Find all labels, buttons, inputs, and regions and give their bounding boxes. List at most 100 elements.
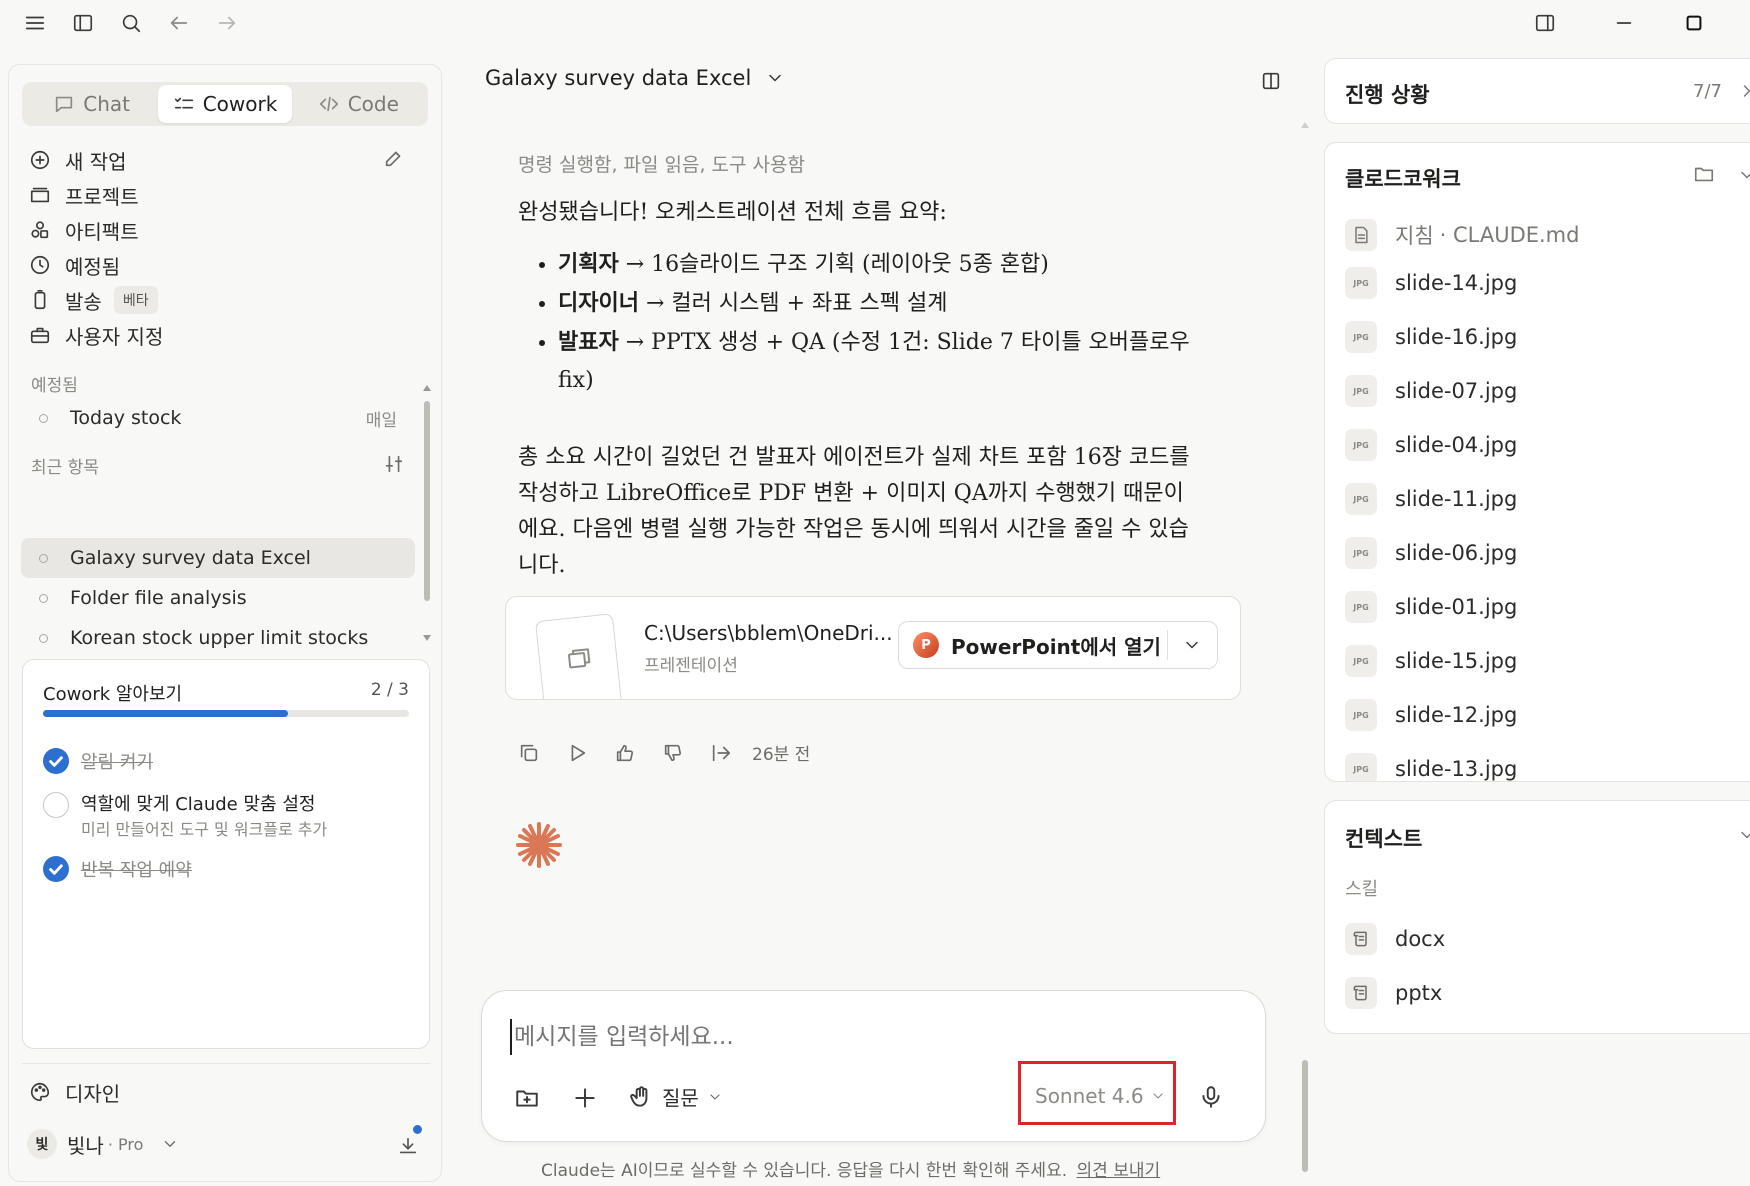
status-dot: [39, 553, 48, 563]
split-view-icon[interactable]: [1260, 70, 1282, 92]
step-checkbox[interactable]: [43, 792, 69, 818]
panel-title: 클로드코워크: [1345, 167, 1461, 191]
filter-icon[interactable]: [383, 453, 405, 475]
skill-item[interactable]: pptx: [1345, 971, 1442, 1015]
checklist-icon: [174, 97, 193, 109]
file-type: 프레젠테이션: [644, 656, 738, 676]
main-scrollbar[interactable]: [1302, 1060, 1308, 1172]
chevron-right-icon[interactable]: [1737, 81, 1750, 101]
message-composer: 질문 Sonnet 4.6: [481, 990, 1266, 1142]
menu-icon[interactable]: [20, 8, 50, 38]
maximize-icon[interactable]: [1679, 8, 1709, 38]
user-menu[interactable]: 빛 빛나 · Pro: [27, 1129, 179, 1159]
file-item[interactable]: JPG slide-14.jpg: [1345, 261, 1517, 305]
file-item[interactable]: JPG slide-06.jpg: [1345, 531, 1517, 575]
mode-switcher: Chat Cowork Code: [22, 82, 428, 126]
scheduled-section-label: 예정됨: [31, 376, 78, 396]
message-input[interactable]: [510, 1019, 1210, 1055]
recent-item[interactable]: Galaxy survey data Excel: [21, 538, 415, 578]
tab-cowork[interactable]: Cowork: [158, 85, 292, 123]
sidebar-toggle-icon[interactable]: [68, 8, 98, 38]
sidebar-scrollbar[interactable]: [423, 385, 431, 641]
file-item[interactable]: JPG slide-13.jpg: [1345, 747, 1517, 781]
context-panel: 컨텍스트 스킬 docx pptx: [1324, 800, 1750, 1034]
onboarding-title: Cowork 알아보기: [43, 684, 183, 705]
scheduled-item[interactable]: Today stock 매일: [21, 398, 415, 438]
checkmark-icon: [49, 756, 63, 767]
sidebar-item-dispatch[interactable]: 발송 베타: [29, 283, 158, 317]
chat-title-dropdown[interactable]: Galaxy survey data Excel: [485, 66, 785, 90]
forward-arrow-icon[interactable]: [212, 8, 242, 38]
skill-item[interactable]: docx: [1345, 917, 1445, 961]
plan-label: · Pro: [107, 1134, 144, 1154]
chevron-down-icon[interactable]: [1737, 825, 1750, 845]
thumbs-up-icon[interactable]: [614, 742, 636, 764]
compose-icon[interactable]: [383, 147, 405, 169]
panel-toggle-icon[interactable]: [1530, 8, 1560, 38]
avatar: 빛: [27, 1129, 57, 1159]
recent-item[interactable]: Korean stock upper limit stocks: [21, 618, 415, 658]
divider: [22, 1063, 430, 1064]
jpg-file-icon: JPG: [1345, 591, 1377, 623]
plus-icon[interactable]: [572, 1085, 598, 1111]
minimize-icon[interactable]: [1609, 8, 1639, 38]
search-icon[interactable]: [116, 8, 146, 38]
mode-dropdown[interactable]: 질문: [628, 1082, 723, 1111]
feedback-link[interactable]: 의견 보내기: [1077, 1161, 1161, 1181]
checkmark-icon: [49, 864, 63, 875]
back-arrow-icon[interactable]: [164, 8, 194, 38]
shapes-icon: [31, 221, 49, 239]
add-folder-icon[interactable]: [514, 1085, 540, 1111]
jpg-file-icon: JPG: [1345, 699, 1377, 731]
panel-title: 진행 상황: [1345, 83, 1430, 107]
step-checkbox[interactable]: [43, 748, 69, 774]
folder-icon[interactable]: [1693, 163, 1715, 185]
file-item[interactable]: JPG slide-16.jpg: [1345, 315, 1517, 359]
sidebar-item-artifacts[interactable]: 아티팩트: [29, 213, 139, 247]
sidebar-item-customize[interactable]: 사용자 지정: [29, 318, 163, 352]
file-thumbnail: [534, 613, 624, 699]
copy-icon[interactable]: [518, 742, 540, 764]
download-icon[interactable]: [397, 1123, 424, 1157]
step-checkbox[interactable]: [43, 856, 69, 882]
branch-icon[interactable]: [710, 742, 732, 764]
tool-summary[interactable]: 명령 실행함, 파일 읽음, 도구 사용함: [518, 150, 1198, 177]
open-in-powerpoint-button[interactable]: P PowerPoint에서 열기: [898, 621, 1218, 669]
sidebar-item-design[interactable]: 디자인: [29, 1075, 120, 1109]
slides-icon: [568, 648, 591, 669]
recent-item[interactable]: Folder file analysis: [21, 578, 415, 618]
file-item[interactable]: JPG slide-12.jpg: [1345, 693, 1517, 737]
chevron-down-icon[interactable]: [1737, 165, 1750, 185]
file-item[interactable]: JPG slide-15.jpg: [1345, 639, 1517, 683]
sidebar-item-scheduled[interactable]: 예정됨: [29, 248, 120, 282]
file-item[interactable]: JPG slide-04.jpg: [1345, 423, 1517, 467]
tab-code[interactable]: Code: [292, 85, 425, 123]
jpg-file-icon: JPG: [1345, 537, 1377, 569]
model-selector[interactable]: Sonnet 4.6: [1035, 1084, 1166, 1108]
jpg-file-icon: JPG: [1345, 267, 1377, 299]
frequency-label: 매일: [365, 410, 397, 431]
summary-list: 기획자 → 16슬라이드 구조 기획 (레이아웃 5종 혼합) 디자이너 → 컬…: [518, 245, 1198, 400]
chevron-down-icon[interactable]: [1182, 635, 1202, 655]
thumbs-down-icon[interactable]: [662, 742, 684, 764]
new-task-button[interactable]: 새 작업: [29, 143, 127, 177]
file-path: C:\Users\bblem\OneDri...: [644, 621, 893, 645]
jpg-file-icon: JPG: [1345, 483, 1377, 515]
file-item[interactable]: JPG slide-01.jpg: [1345, 585, 1517, 629]
microphone-icon[interactable]: [1198, 1084, 1224, 1110]
file-item[interactable]: JPG slide-07.jpg: [1345, 369, 1517, 413]
instructions-file[interactable]: 지침 · CLAUDE.md: [1345, 213, 1579, 257]
tab-chat[interactable]: Chat: [25, 85, 158, 123]
scroll-up-arrow[interactable]: [1301, 122, 1309, 128]
panel-title: 컨텍스트: [1345, 827, 1423, 851]
jpg-file-icon: JPG: [1345, 375, 1377, 407]
file-item[interactable]: JPG slide-11.jpg: [1345, 477, 1517, 521]
file-attachment-card[interactable]: C:\Users\bblem\OneDri... 프레젠테이션 P PowerP…: [505, 596, 1241, 700]
progress-panel[interactable]: 진행 상황 7/7: [1324, 58, 1750, 124]
sidebar-item-projects[interactable]: 프로젝트: [29, 178, 139, 212]
disclaimer: Claude는 AI이므로 실수할 수 있습니다. 응답을 다시 한번 확인해 …: [541, 1161, 1161, 1181]
play-icon[interactable]: [566, 742, 588, 764]
step-label[interactable]: 역할에 맞게 Claude 맞춤 설정: [81, 790, 315, 816]
message-actions: 26분 전: [518, 740, 810, 765]
beta-badge: 베타: [113, 286, 158, 314]
